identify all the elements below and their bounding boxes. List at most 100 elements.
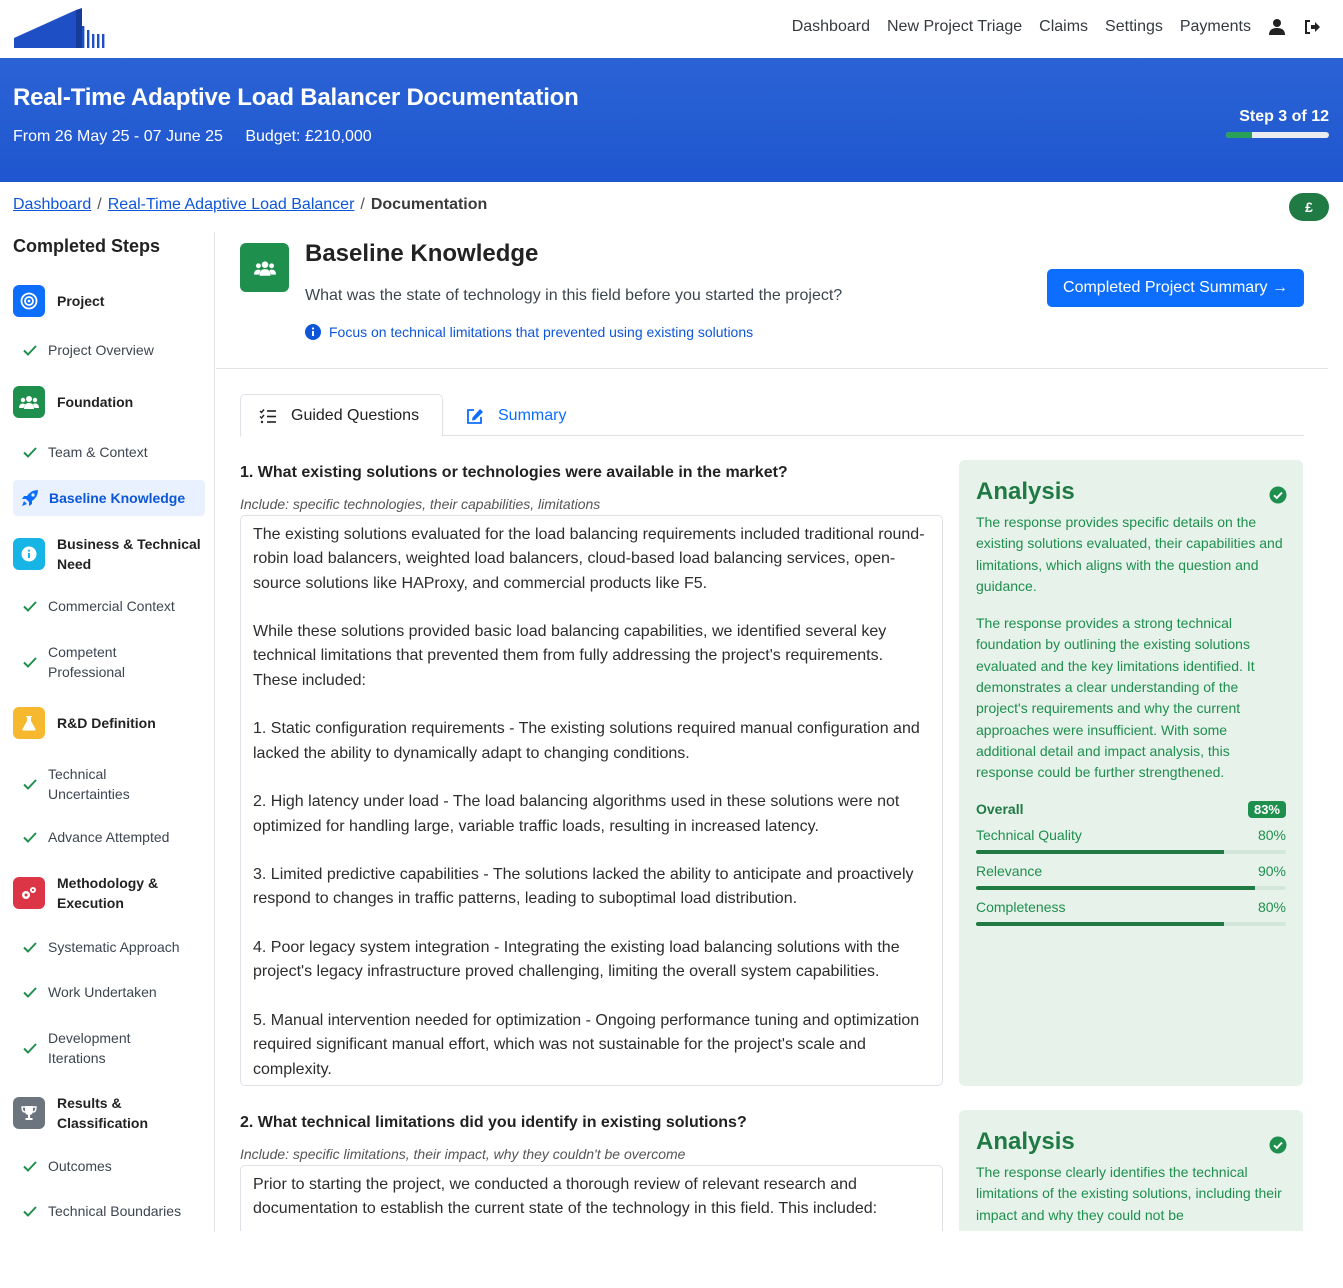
list-icon <box>259 408 276 423</box>
metric-value: 80% <box>1257 898 1286 915</box>
check-icon <box>23 447 37 458</box>
answer-paragraph: 3. Limited predictive capabilities - The… <box>253 866 914 908</box>
nav-payments[interactable]: Payments <box>1180 18 1251 36</box>
breadcrumb-current: Documentation <box>370 196 488 213</box>
currency-button[interactable]: £ <box>1289 193 1329 221</box>
sidebar-step-label: Advance Attempted <box>48 829 170 845</box>
sidebar-step-development-iterations[interactable]: Development Iterations <box>22 1028 162 1068</box>
answer-textarea[interactable]: The existing solutions evaluated for the… <box>240 515 943 1086</box>
check-icon <box>23 987 37 998</box>
sidebar-step-label: Baseline Knowledge <box>49 490 186 506</box>
check-icon <box>23 657 37 668</box>
overall-label: Overall <box>976 801 1024 818</box>
sidebar-step-technical-uncertainties[interactable]: Technical Uncertainties <box>22 764 162 804</box>
step-progress-fill <box>1226 132 1252 138</box>
step-indicator: Step 3 of 12 <box>1226 108 1329 138</box>
check-icon <box>23 942 37 953</box>
metric-bar <box>976 921 1286 926</box>
tab-summary[interactable]: Summary <box>448 394 584 437</box>
nav-settings[interactable]: Settings <box>1105 18 1163 36</box>
metric-technical-quality: Technical Quality 80% <box>976 827 1286 854</box>
completed-project-summary-button[interactable]: Completed Project Summary → <box>1047 269 1304 307</box>
breadcrumb-project[interactable]: Real-Time Adaptive Load Balancer <box>108 196 355 213</box>
question-title: 2. What technical limitations did you id… <box>240 1114 747 1131</box>
tab-guided-questions[interactable]: Guided Questions <box>240 394 443 437</box>
check-icon <box>23 1206 37 1217</box>
sidebar-step-label: Commercial Context <box>48 598 175 614</box>
breadcrumb: Dashboard / Real-Time Adaptive Load Balanc… <box>13 196 487 214</box>
overall-badge: 83% <box>1247 800 1286 818</box>
sidebar-step-label: Outcomes <box>48 1158 112 1174</box>
sidebar-phase-label: R&D Definition <box>57 715 156 731</box>
metric-bar <box>976 885 1286 890</box>
edit-icon <box>467 408 483 424</box>
metric-label: Relevance <box>976 862 1043 879</box>
top-navbar: Dashboard New Project Triage Claims Sett… <box>0 0 1343 58</box>
check-icon <box>23 345 37 356</box>
sidebar-step-label: Competent Professional <box>48 644 126 680</box>
sidebar-phase-project[interactable]: Project <box>13 285 205 317</box>
sidebar-phase-rd-definition[interactable]: R&D Definition <box>13 707 205 739</box>
sidebar-step-commercial-context[interactable]: Commercial Context <box>22 598 214 614</box>
sidebar-step-label: Systematic Approach <box>48 939 180 955</box>
nav-new-project-triage[interactable]: New Project Triage <box>887 18 1022 36</box>
sidebar-step-baseline-knowledge[interactable]: Baseline Knowledge <box>13 480 205 516</box>
project-title: Real-Time Adaptive Load Balancer Documen… <box>13 84 579 111</box>
sidebar-phase-results-classification[interactable]: Results & Classification <box>13 1093 205 1133</box>
sidebar-step-outcomes[interactable]: Outcomes <box>22 1158 214 1174</box>
sidebar-phase-label: Results & Classification <box>57 1095 149 1131</box>
answer-paragraph: 2. High latency under load - The load ba… <box>253 793 900 835</box>
analysis-text: The response provides specific details o… <box>976 514 1283 594</box>
project-dates-row: From 26 May 25 - 07 June 25 Budget: £210… <box>13 128 372 146</box>
step-progress-bar <box>1226 132 1329 138</box>
user-icon[interactable] <box>1268 18 1286 36</box>
breadcrumb-dashboard[interactable]: Dashboard <box>13 196 91 213</box>
gears-icon <box>13 877 45 909</box>
company-logo[interactable] <box>14 8 106 50</box>
answer-paragraph: 1. Static configuration requirements - T… <box>253 720 920 762</box>
sidebar-step-systematic-approach[interactable]: Systematic Approach <box>22 939 214 955</box>
sidebar-step-competent-professional[interactable]: Competent Professional <box>22 642 162 682</box>
answer-paragraph: Prior to starting the project, we conduc… <box>253 1176 878 1218</box>
logout-icon[interactable] <box>1303 18 1321 36</box>
overall-score: Overall 83% <box>976 800 1286 818</box>
breadcrumb-separator: / <box>360 196 365 213</box>
answer-paragraph: 4. Poor legacy system integration - Inte… <box>253 939 900 981</box>
answer-textarea[interactable]: Prior to starting the project, we conduc… <box>240 1165 943 1231</box>
sidebar-step-label: Team & Context <box>48 444 148 460</box>
analysis-text: The response provides a strong technical… <box>976 615 1255 781</box>
sidebar-phase-methodology-execution[interactable]: Methodology & Execution <box>13 873 205 913</box>
metric-label: Technical Quality <box>976 826 1082 843</box>
sidebar-phase-foundation[interactable]: Foundation <box>13 386 205 418</box>
sidebar-step-advance-attempted[interactable]: Advance Attempted <box>22 829 214 845</box>
question-hint: Include: specific limitations, their imp… <box>240 1146 686 1162</box>
sidebar-step-team-context[interactable]: Team & Context <box>22 444 214 460</box>
trophy-icon <box>13 1097 45 1129</box>
answer-paragraph: While these solutions provided basic loa… <box>253 623 887 689</box>
check-circle-icon <box>1269 486 1287 504</box>
project-banner: Real-Time Adaptive Load Balancer Documen… <box>0 58 1343 182</box>
check-icon <box>23 601 37 612</box>
answer-paragraph: 5. Manual intervention needed for optimi… <box>253 1011 920 1078</box>
sidebar-step-technical-boundaries[interactable]: Technical Boundaries <box>22 1203 214 1219</box>
analysis-title: Analysis <box>976 1128 1075 1155</box>
nav-claims[interactable]: Claims <box>1039 18 1088 36</box>
metric-value: 80% <box>1257 826 1286 843</box>
divider <box>216 368 1328 369</box>
target-icon <box>13 285 45 317</box>
section-question: What was the state of technology in this… <box>305 287 843 304</box>
sidebar-step-project-overview[interactable]: Project Overview <box>22 342 214 358</box>
question-title: 1. What existing solutions or technologi… <box>240 464 788 481</box>
check-icon <box>23 832 37 843</box>
users-icon <box>240 243 289 292</box>
sidebar-phase-business-technical-need[interactable]: Business & Technical Need <box>13 534 205 574</box>
tab-label: Guided Questions <box>291 406 420 424</box>
sidebar-step-work-undertaken[interactable]: Work Undertaken <box>22 984 214 1000</box>
section-hint: Focus on technical limitations that prev… <box>305 324 753 340</box>
sidebar-phase-label: Methodology & Execution <box>57 875 159 911</box>
check-icon <box>23 1161 37 1172</box>
sidebar-step-label: Technical Boundaries <box>48 1203 182 1219</box>
question-hint: Include: specific technologies, their ca… <box>240 496 601 512</box>
metric-bar-fill <box>976 849 1224 854</box>
nav-dashboard[interactable]: Dashboard <box>792 18 870 36</box>
